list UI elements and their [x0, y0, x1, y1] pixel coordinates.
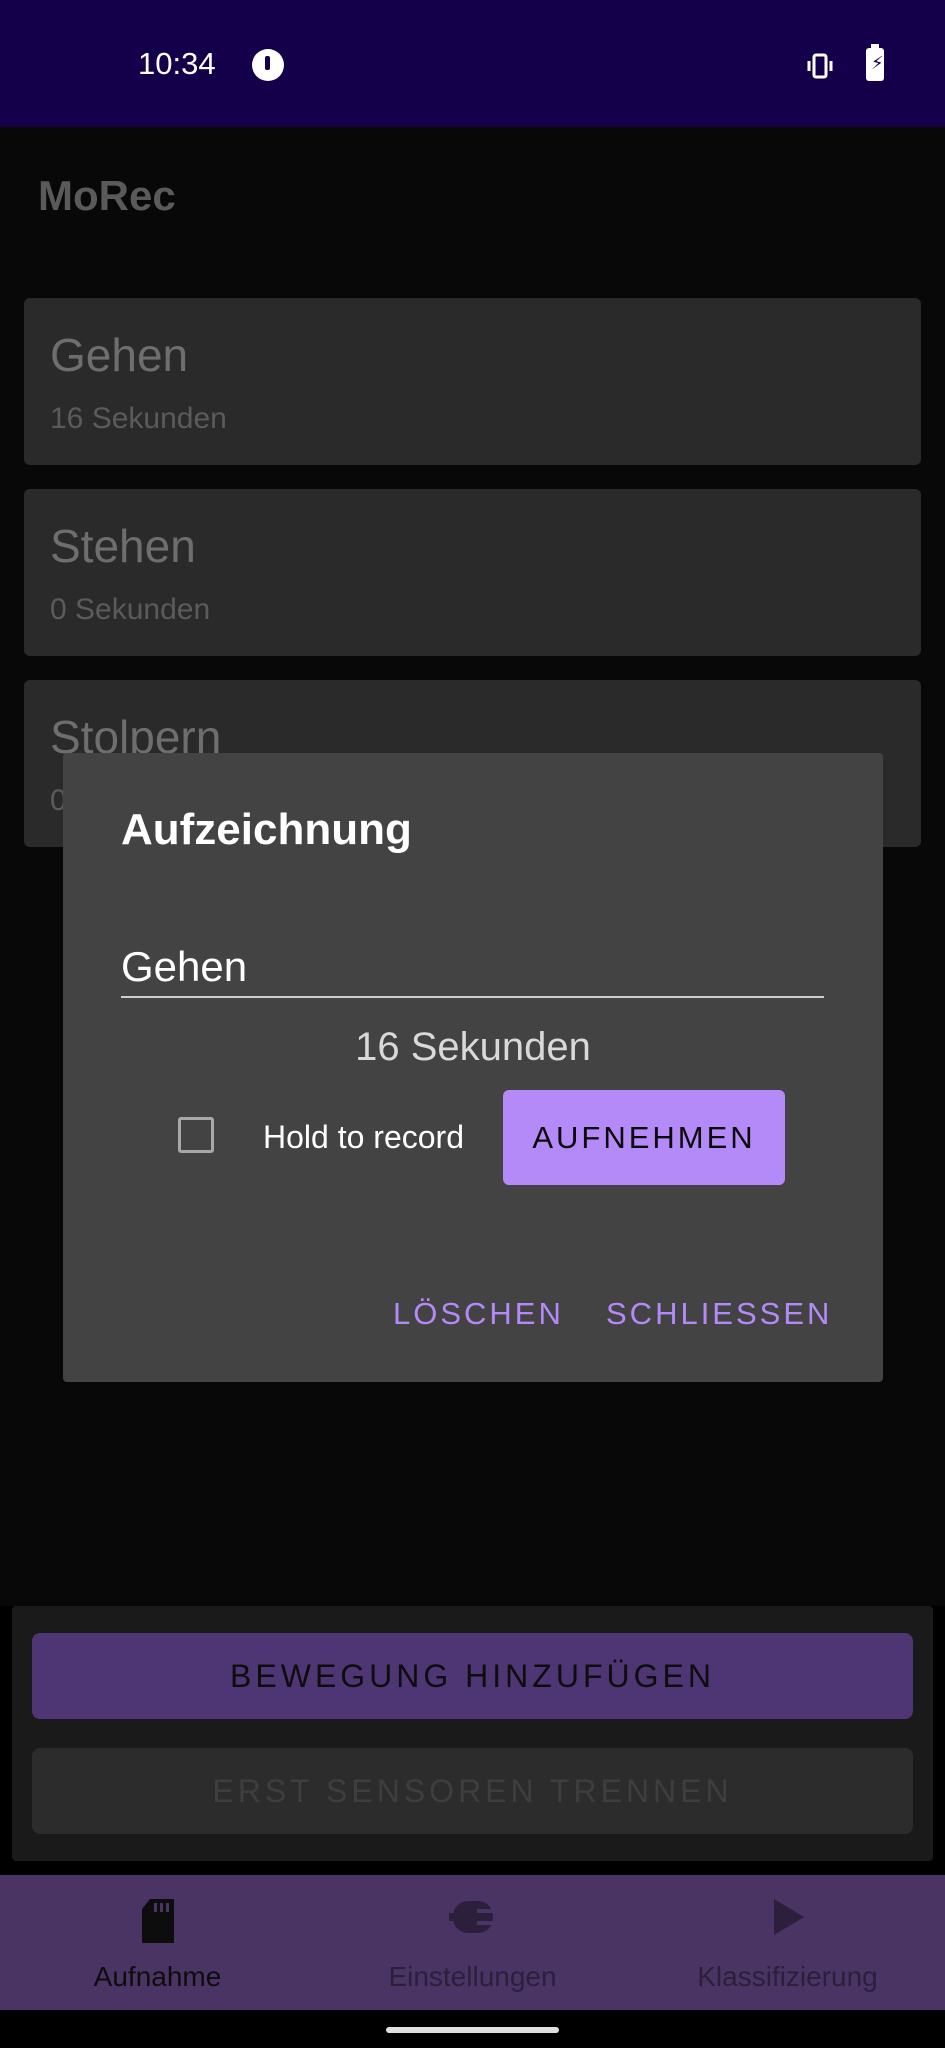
- hold-to-record-checkbox[interactable]: [178, 1117, 214, 1153]
- bottom-navigation: Aufnahme Einstellungen Klassifizierung: [0, 1875, 945, 2010]
- add-motion-button[interactable]: BEWEGUNG HINZUFÜGEN: [32, 1633, 913, 1719]
- list-item-gehen[interactable]: Gehen 16 Sekunden: [24, 298, 921, 465]
- list-item-title: Stehen: [50, 520, 196, 572]
- plug-icon: [448, 1901, 493, 1933]
- delete-button[interactable]: LÖSCHEN: [393, 1296, 564, 1332]
- vibrate-icon: [807, 53, 833, 79]
- dialog-title: Aufzeichnung: [121, 805, 412, 854]
- nav-item-aufnahme[interactable]: Aufnahme: [0, 1875, 315, 2010]
- list-item-stehen[interactable]: Stehen 0 Sekunden: [24, 489, 921, 656]
- list-item-title: Gehen: [50, 329, 189, 381]
- status-bar: 10:34 ⚡: [0, 0, 945, 127]
- disconnect-sensors-button: ERST SENSOREN TRENNEN: [32, 1748, 913, 1834]
- recording-dialog: Aufzeichnung 16 Sekunden Hold to record …: [63, 753, 883, 1382]
- battery-charging-icon: ⚡: [866, 44, 884, 81]
- app-bar: MoRec: [0, 127, 945, 272]
- motion-name-input[interactable]: [121, 938, 824, 998]
- record-button[interactable]: AUFNEHMEN: [503, 1090, 785, 1185]
- clock: 10:34: [138, 46, 216, 81]
- hold-to-record-label[interactable]: Hold to record: [263, 1119, 464, 1156]
- recording-duration: 16 Sekunden: [355, 1025, 591, 1069]
- app-title: MoRec: [38, 172, 176, 219]
- nav-label: Aufnahme: [93, 1961, 222, 1992]
- close-button[interactable]: SCHLIESSEN: [606, 1296, 832, 1332]
- nav-item-klassifizierung[interactable]: Klassifizierung: [630, 1875, 945, 2010]
- sd-card-icon: [141, 1899, 174, 1943]
- nav-item-einstellungen[interactable]: Einstellungen: [315, 1875, 630, 2010]
- nav-label: Klassifizierung: [697, 1961, 878, 1992]
- home-indicator[interactable]: [386, 2027, 559, 2033]
- nav-label: Einstellungen: [388, 1961, 557, 1992]
- action-panel: BEWEGUNG HINZUFÜGEN ERST SENSOREN TRENNE…: [12, 1606, 933, 1861]
- play-icon: [773, 1899, 804, 1935]
- list-item-duration: 16 Sekunden: [50, 402, 227, 435]
- notification-icon: [252, 49, 284, 81]
- list-item-duration: 0 Sekunden: [50, 593, 211, 626]
